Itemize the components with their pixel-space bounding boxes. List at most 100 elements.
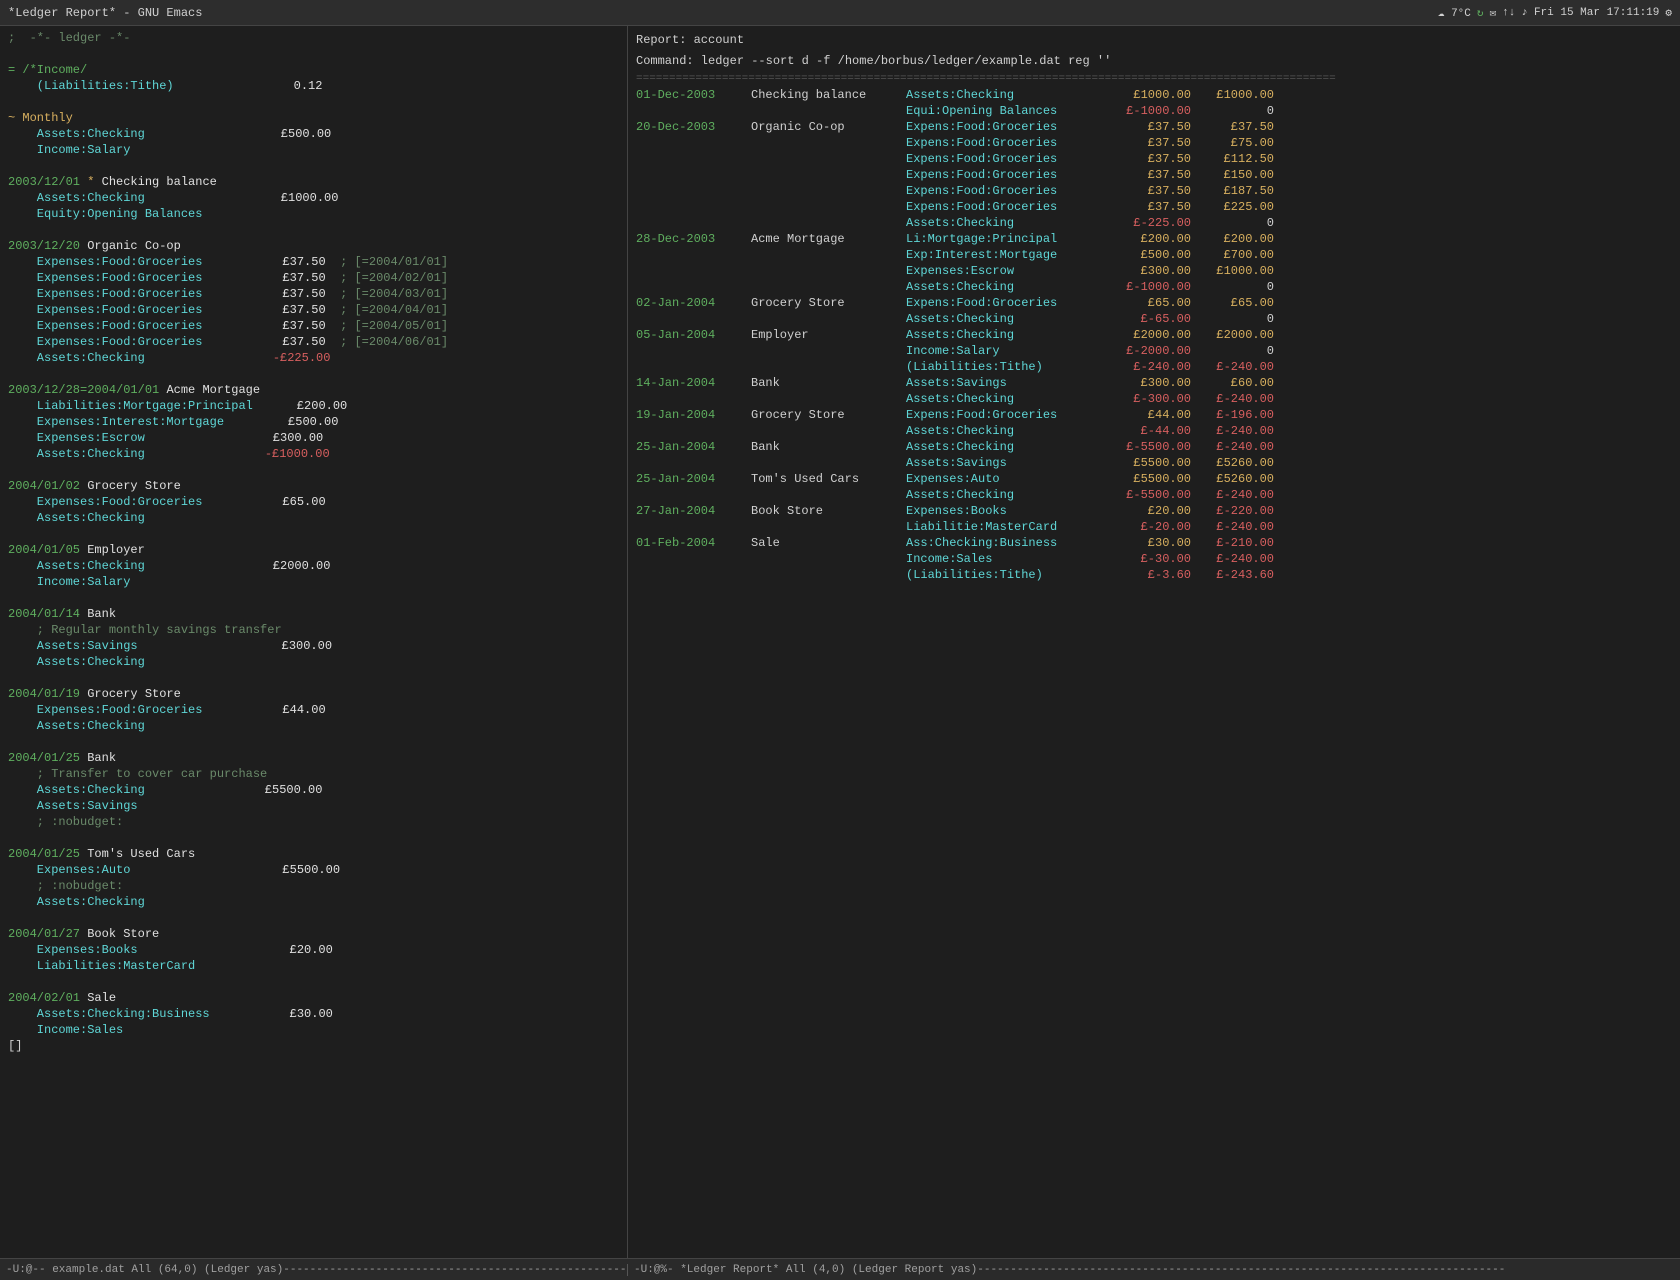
rp-amount: £37.50 [1116,199,1191,215]
line-groceries-5: Expenses:Food:Groceries£37.50 ; [=2004/0… [0,318,627,334]
rp-account: Exp:Interest:Mortgage [906,247,1116,263]
rp-row-22: Assets:Checking £-44.00 £-240.00 [628,423,1680,439]
rp-account: Assets:Checking [906,279,1116,295]
rp-row-26: Assets:Checking £-5500.00 £-240.00 [628,487,1680,503]
rp-account: Assets:Checking [906,327,1116,343]
line-assets-neg225: Assets:Checking-£225.00 [0,350,627,366]
rp-account: Expens:Food:Groceries [906,119,1116,135]
line-books-20: Expenses:Books£20.00 [0,942,627,958]
rp-payee [751,391,906,407]
rp-account: Assets:Savings [906,455,1116,471]
settings-icon[interactable]: ⚙ [1665,6,1672,20]
rp-amount: £37.50 [1116,167,1191,183]
rp-row-5: Expens:Food:Groceries £37.50 £112.50 [628,151,1680,167]
rp-date: 19-Jan-2004 [636,407,751,423]
rp-row-19: 14-Jan-2004 Bank Assets:Savings £300.00 … [628,375,1680,391]
line-assets-checking-cars: Assets:Checking [0,894,627,910]
rp-row-18: (Liabilities:Tithe) £-240.00 £-240.00 [628,359,1680,375]
rp-account: Expenses:Escrow [906,263,1116,279]
line-blank4 [0,222,627,238]
line-section: = /*Income/ [0,62,627,78]
rp-row-12: Expenses:Escrow £300.00 £1000.00 [628,263,1680,279]
rp-account: Expens:Food:Groceries [906,183,1116,199]
line-nobudget2: ; :nobudget: [0,878,627,894]
rp-account: Assets:Checking [906,391,1116,407]
rp-row-4: Expens:Food:Groceries £37.50 £75.00 [628,135,1680,151]
rp-account: Equi:Opening Balances [906,103,1116,119]
line-blank2 [0,94,627,110]
rp-running: £2000.00 [1199,327,1274,343]
rp-amount: £-225.00 [1116,215,1191,231]
rp-date [636,199,751,215]
rp-payee [751,103,906,119]
rp-account: Expens:Food:Groceries [906,151,1116,167]
rp-payee: Checking balance [751,87,906,103]
rp-row-17: Income:Salary £-2000.00 0 [628,343,1680,359]
rp-running: £-243.60 [1199,567,1274,583]
rp-amount: £-65.00 [1116,311,1191,327]
rp-row-21: 19-Jan-2004 Grocery Store Expens:Food:Gr… [628,407,1680,423]
rp-amount: £-1000.00 [1116,279,1191,295]
rp-account: (Liabilities:Tithe) [906,567,1116,583]
rp-account: Expenses:Auto [906,471,1116,487]
rp-account: (Liabilities:Tithe) [906,359,1116,375]
rp-amount: £-3.60 [1116,567,1191,583]
line-monthly-savings-comment: ; Regular monthly savings transfer [0,622,627,638]
rp-amount: £-5500.00 [1116,487,1191,503]
rp-running: £225.00 [1199,199,1274,215]
line-2004-01-27: 2004/01/27 Book Store [0,926,627,942]
rp-date [636,551,751,567]
rp-row-11: Exp:Interest:Mortgage £500.00 £700.00 [628,247,1680,263]
rp-running: £75.00 [1199,135,1274,151]
rp-payee [751,167,906,183]
rp-account: Li:Mortgage:Principal [906,231,1116,247]
rp-running: £-240.00 [1199,391,1274,407]
line-blank5 [0,366,627,382]
rp-running: 0 [1199,343,1274,359]
line-auto-5500: Expenses:Auto£5500.00 [0,862,627,878]
line-2004-01-19: 2004/01/19 Grocery Store [0,686,627,702]
rp-row-15: Assets:Checking £-65.00 0 [628,311,1680,327]
line-2004-01-14: 2004/01/14 Bank [0,606,627,622]
rp-running: £-196.00 [1199,407,1274,423]
rp-running: £700.00 [1199,247,1274,263]
rp-row-10: 28-Dec-2003 Acme Mortgage Li:Mortgage:Pr… [628,231,1680,247]
rp-payee [751,455,906,471]
line-monthly: ~ Monthly [0,110,627,126]
line-2004-02-01: 2004/02/01 Sale [0,990,627,1006]
rp-amount: £-240.00 [1116,359,1191,375]
line-assets-neg1000: Assets:Checking-£1000.00 [0,446,627,462]
left-pane[interactable]: ; -*- ledger -*- = /*Income/ (Liabilitie… [0,26,628,1258]
line-assets-savings-bank: Assets:Savings [0,798,627,814]
rp-account: Expens:Food:Groceries [906,167,1116,183]
rp-account: Expens:Food:Groceries [906,199,1116,215]
rp-running: £65.00 [1199,295,1274,311]
rp-date [636,135,751,151]
rp-running: £1000.00 [1199,87,1274,103]
rp-row-30: Income:Sales £-30.00 £-240.00 [628,551,1680,567]
rp-row-6: Expens:Food:Groceries £37.50 £150.00 [628,167,1680,183]
line-2003-12-28: 2003/12/28=2004/01/01 Acme Mortgage [0,382,627,398]
rp-amount: £1000.00 [1116,87,1191,103]
rp-date: 14-Jan-2004 [636,375,751,391]
rp-amount: £44.00 [1116,407,1191,423]
rp-payee: Organic Co-op [751,119,906,135]
line-income-salary-employer: Income:Salary [0,574,627,590]
reload-icon: ↻ [1477,6,1484,20]
rp-row-20: Assets:Checking £-300.00 £-240.00 [628,391,1680,407]
line-blank8 [0,590,627,606]
rp-account: Ass:Checking:Business [906,535,1116,551]
line-groceries-1: Expenses:Food:Groceries£37.50 ; [=2004/0… [0,254,627,270]
line-2004-01-25-bank: 2004/01/25 Bank [0,750,627,766]
line-nobudget1: ; :nobudget: [0,814,627,830]
rp-account: Income:Sales [906,551,1116,567]
report-header1: Report: account [628,30,1680,51]
right-pane[interactable]: Report: account Command: ledger --sort d… [628,26,1680,1258]
titlebar-title: *Ledger Report* - GNU Emacs [8,6,202,20]
rp-running: 0 [1199,279,1274,295]
rp-date: 05-Jan-2004 [636,327,751,343]
rp-row-16: 05-Jan-2004 Employer Assets:Checking £20… [628,327,1680,343]
volume-icon: ♪ [1521,7,1528,19]
line-tithe: (Liabilities:Tithe)0.12 [0,78,627,94]
rp-payee: Sale [751,535,906,551]
